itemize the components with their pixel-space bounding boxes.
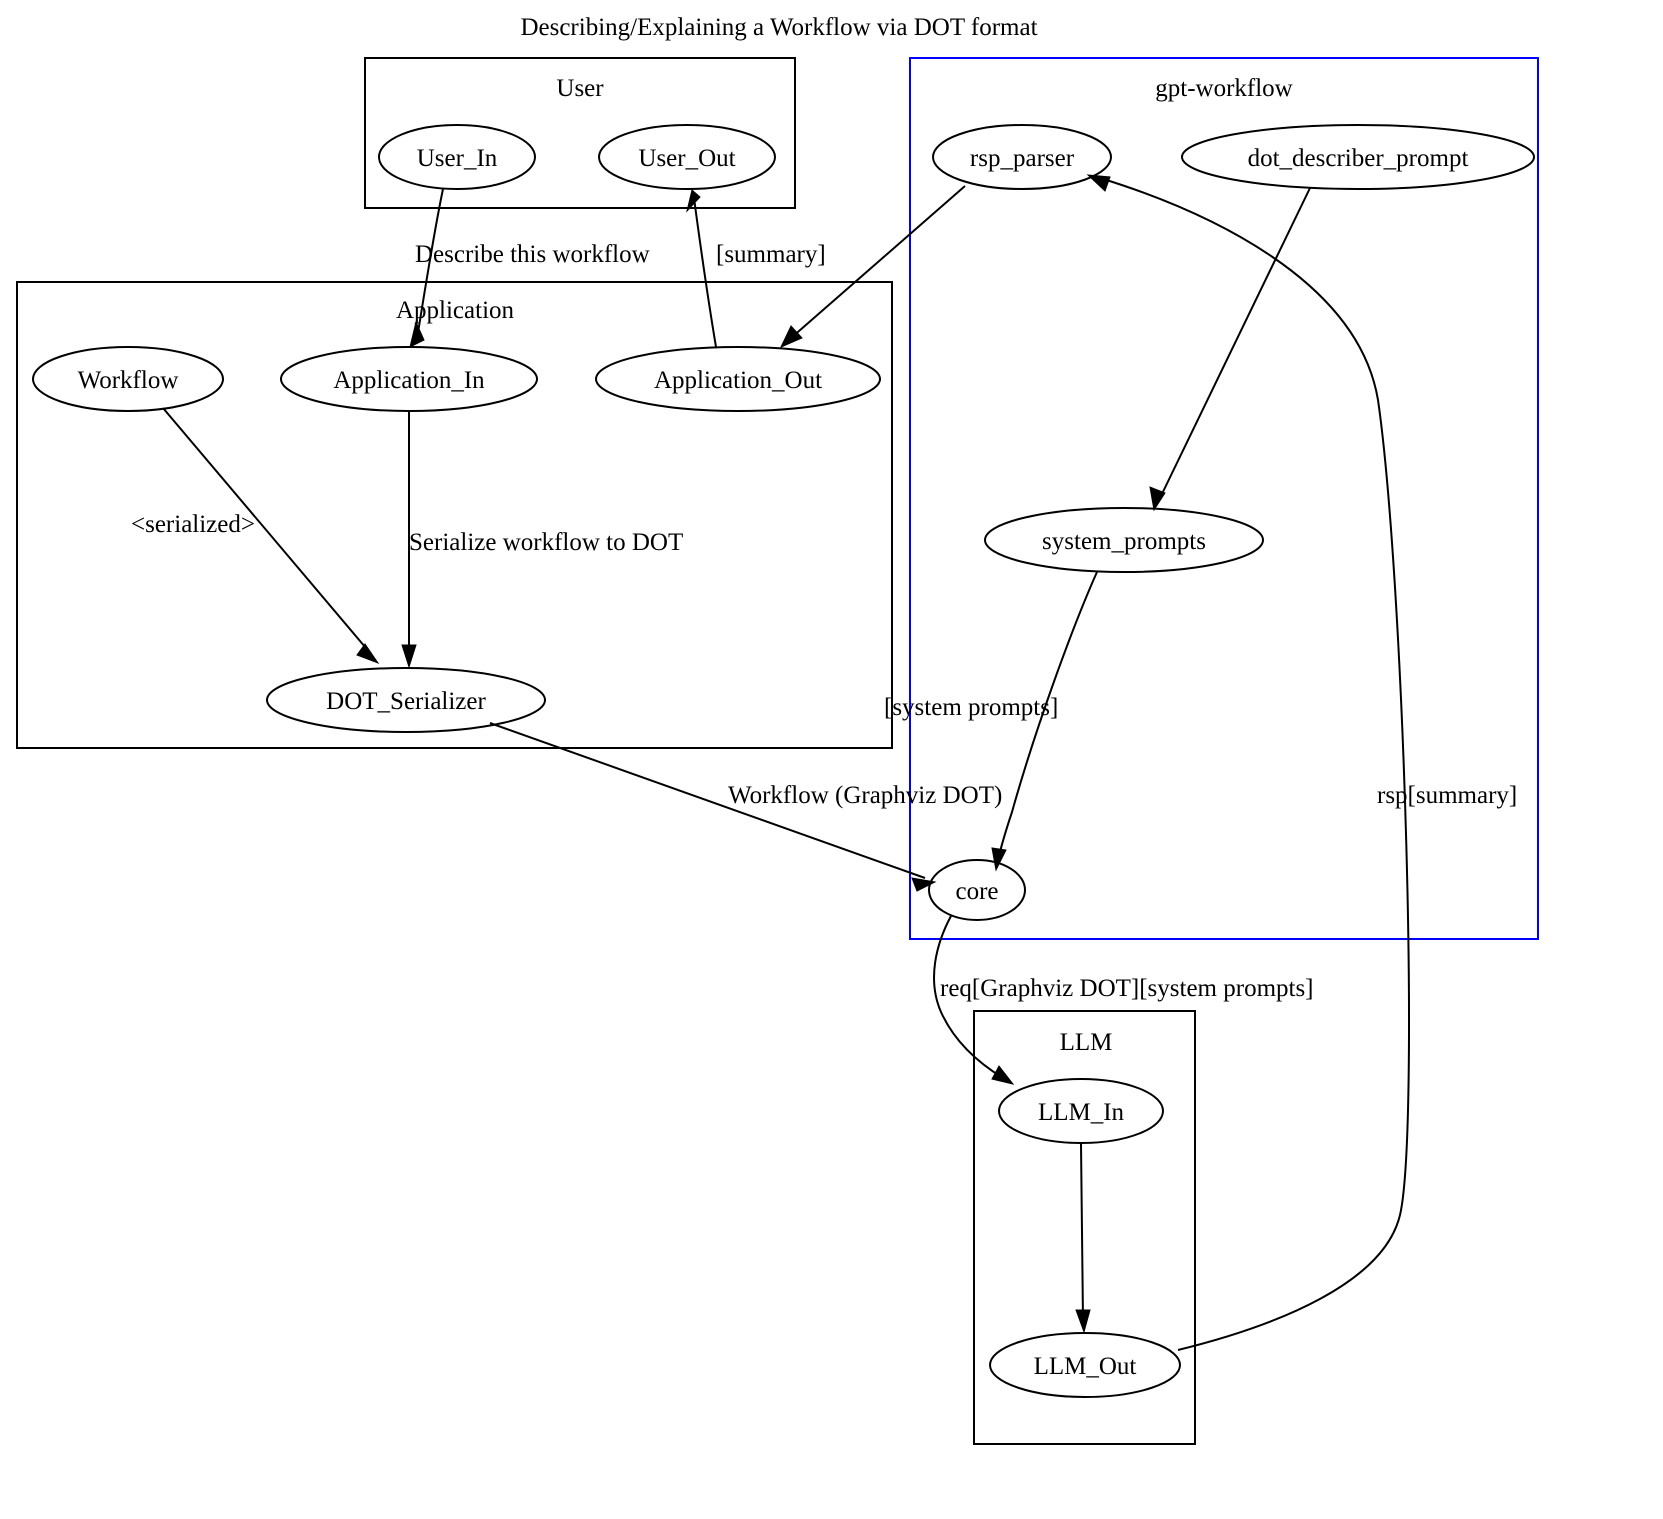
edge-label-system-prompts: [system prompts] xyxy=(884,694,1058,721)
edge-workflow-to-dot-serializer: <serialized> xyxy=(131,407,380,665)
node-workflow[interactable]: Workflow xyxy=(32,346,224,412)
node-dot-serializer-label: DOT_Serializer xyxy=(326,688,486,715)
cluster-application-label: Application xyxy=(396,297,515,324)
node-user-in-label: User_In xyxy=(417,145,498,172)
cluster-user-label: User xyxy=(556,75,604,102)
edge-label-serialized: <serialized> xyxy=(131,511,255,538)
node-llm-out-label: LLM_Out xyxy=(1034,1353,1137,1380)
arrowhead-rsp-parser-application-out xyxy=(779,325,803,348)
node-user-out[interactable]: User_Out xyxy=(598,124,776,190)
node-llm-in[interactable]: LLM_In xyxy=(998,1078,1164,1144)
node-user-out-label: User_Out xyxy=(638,145,735,172)
arrowhead-system-prompts-core xyxy=(991,847,1007,872)
node-system-prompts-label: system_prompts xyxy=(1042,528,1206,555)
node-llm-in-label: LLM_In xyxy=(1038,1099,1125,1126)
node-application-in[interactable]: Application_In xyxy=(280,346,538,412)
node-user-in[interactable]: User_In xyxy=(378,124,536,190)
edge-application-in-to-dot-serializer: Serialize workflow to DOT xyxy=(401,412,683,669)
node-core[interactable]: core xyxy=(928,859,1026,921)
node-application-out[interactable]: Application_Out xyxy=(595,346,881,412)
edge-path-llm-out-rsp-parser xyxy=(1099,177,1410,1351)
node-workflow-label: Workflow xyxy=(78,367,179,394)
node-rsp-parser-label: rsp_parser xyxy=(970,145,1075,172)
arrowhead-workflow-dot-serializer xyxy=(356,643,380,665)
node-llm-out[interactable]: LLM_Out xyxy=(989,1332,1181,1398)
edge-label-workflow-graphviz-dot: Workflow (Graphviz DOT) xyxy=(728,782,1002,809)
edge-path-application-out-user-out xyxy=(693,197,717,348)
workflow-graph: Describing/Explaining a Workflow via DOT… xyxy=(16,14,1539,1445)
edge-core-to-llm-in: req[Graphviz DOT][system prompts] xyxy=(933,915,1314,1085)
cluster-llm-label: LLM xyxy=(1060,1029,1113,1056)
arrowhead-llm-in-llm-out xyxy=(1075,1309,1091,1334)
node-application-out-label: Application_Out xyxy=(654,367,822,394)
node-application-in-label: Application_In xyxy=(333,367,485,394)
arrowhead-application-in-dot-serializer xyxy=(401,644,417,669)
node-rsp-parser[interactable]: rsp_parser xyxy=(932,124,1112,190)
edge-path-llm-in-llm-out xyxy=(1080,1143,1084,1321)
node-system-prompts[interactable]: system_prompts xyxy=(984,507,1264,573)
cluster-gpt-workflow-label: gpt-workflow xyxy=(1155,75,1292,102)
edge-llm-out-to-rsp-parser: rsp[summary] xyxy=(1086,174,1517,1351)
node-dot-describer-prompt[interactable]: dot_describer_prompt xyxy=(1181,124,1535,190)
edge-label-summary: [summary] xyxy=(716,241,826,268)
diagram-canvas: Describing/Explaining a Workflow via DOT… xyxy=(0,0,1663,1519)
edge-label-req-graphviz-dot-system-prompts: req[Graphviz DOT][system prompts] xyxy=(940,975,1314,1002)
node-core-label: core xyxy=(955,878,998,905)
arrowhead-user-in-application-in xyxy=(409,320,425,348)
edge-dot-describer-prompt-to-system-prompts xyxy=(1149,187,1311,512)
edge-application-out-to-user-out: [summary] xyxy=(686,189,826,348)
edge-label-serialize-workflow-to-dot: Serialize workflow to DOT xyxy=(409,529,683,556)
node-dot-serializer[interactable]: DOT_Serializer xyxy=(266,667,546,733)
edge-system-prompts-to-core: [system prompts] xyxy=(884,571,1098,872)
arrowhead-core-llm-in xyxy=(991,1065,1015,1085)
page-title: Describing/Explaining a Workflow via DOT… xyxy=(520,14,1037,41)
edge-label-describe-this-workflow: Describe this workflow xyxy=(415,241,650,268)
edge-llm-in-to-llm-out xyxy=(1075,1143,1091,1334)
edge-label-rsp-summary: rsp[summary] xyxy=(1377,782,1517,809)
node-dot-describer-prompt-label: dot_describer_prompt xyxy=(1248,145,1469,172)
